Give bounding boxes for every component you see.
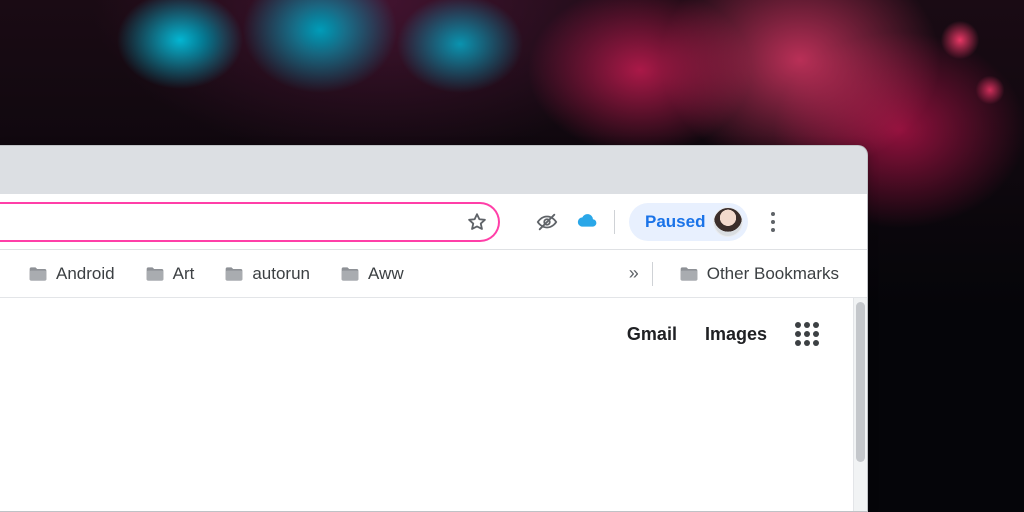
profile-sync-paused-chip[interactable]: Paused — [629, 203, 748, 241]
apps-grid-icon[interactable] — [795, 322, 819, 346]
folder-icon — [679, 265, 699, 283]
other-bookmarks-label: Other Bookmarks — [707, 264, 839, 284]
bookmark-folder[interactable]: Android — [18, 258, 125, 290]
bookmark-folder[interactable]: Aww — [330, 258, 414, 290]
browser-window: Paused Android Art autorun Aww » — [0, 145, 868, 512]
tab-strip[interactable] — [0, 146, 867, 194]
folder-icon — [340, 265, 360, 283]
folder-icon — [145, 265, 165, 283]
bookmark-label: Aww — [368, 264, 404, 284]
images-link[interactable]: Images — [705, 324, 767, 345]
folder-icon — [28, 265, 48, 283]
bookmark-star-icon[interactable] — [466, 211, 488, 233]
bookmark-folder[interactable]: autorun — [214, 258, 320, 290]
toolbar-separator — [614, 210, 615, 234]
folder-icon — [224, 265, 244, 283]
scrollbar-thumb[interactable] — [856, 302, 865, 462]
bookmarks-bar: Android Art autorun Aww » Other Bookmark… — [0, 250, 867, 298]
vertical-scrollbar[interactable] — [853, 298, 867, 511]
bookmark-label: autorun — [252, 264, 310, 284]
paused-label: Paused — [645, 212, 705, 232]
bookmarks-overflow-button[interactable]: » — [629, 263, 636, 284]
eye-off-icon[interactable] — [534, 209, 560, 235]
bookmark-folder[interactable]: Art — [135, 258, 205, 290]
bookmark-label: Art — [173, 264, 195, 284]
toolbar: Paused — [0, 194, 867, 250]
browser-menu-button[interactable] — [762, 206, 784, 238]
address-bar[interactable] — [0, 202, 500, 242]
other-bookmarks-folder[interactable]: Other Bookmarks — [669, 258, 849, 290]
page-content: Gmail Images — [0, 298, 867, 511]
profile-avatar — [713, 207, 743, 237]
bookmark-label: Android — [56, 264, 115, 284]
bookmarks-separator — [652, 262, 653, 286]
gmail-link[interactable]: Gmail — [627, 324, 677, 345]
ntp-header-links: Gmail Images — [627, 322, 819, 346]
cloud-extension-icon[interactable] — [574, 209, 600, 235]
